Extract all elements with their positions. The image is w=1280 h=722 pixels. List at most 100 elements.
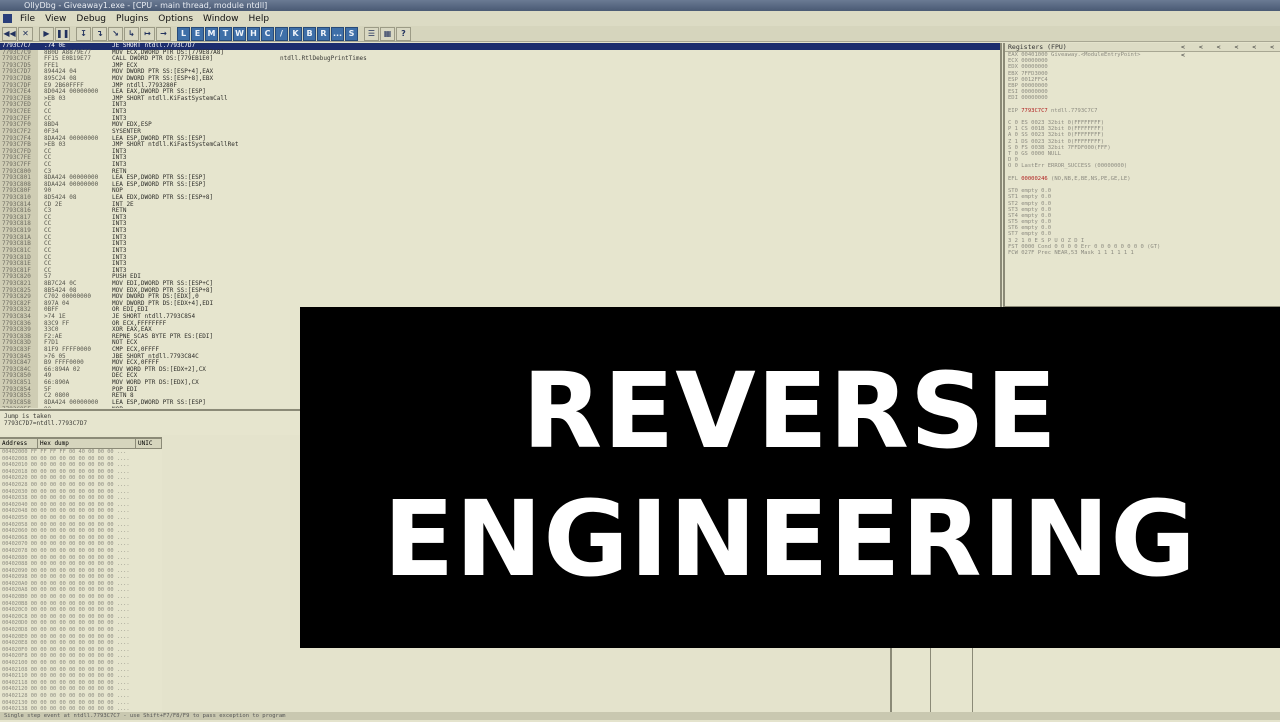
dump-row[interactable]: 00402000 FF FF FF FF 00 40 00 00 00 ... [0, 449, 162, 456]
source-button[interactable]: S [345, 26, 358, 41]
menu-options[interactable]: Options [153, 14, 198, 24]
dump-row[interactable]: 00402088 00 00 00 00 00 00 00 00 00 .... [0, 561, 162, 568]
dump-row[interactable]: 004020F8 00 00 00 00 00 00 00 00 00 .... [0, 653, 162, 660]
dump-col-unicode[interactable]: UNIC [136, 439, 162, 448]
disasm-row[interactable]: 7793C81D CC INT3 [0, 254, 1000, 262]
step-into-icon[interactable]: ↧ [76, 26, 91, 41]
list-icon[interactable]: ☰ [364, 26, 379, 41]
dump-row[interactable]: 00402110 00 00 00 00 00 00 00 00 00 .... [0, 673, 162, 680]
dump-row[interactable]: 004020B8 00 00 00 00 00 00 00 00 00 .... [0, 601, 162, 608]
cpu-button[interactable]: C [261, 26, 274, 41]
dump-row[interactable]: 004020C8 00 00 00 00 00 00 00 00 00 .... [0, 614, 162, 621]
dump-row[interactable]: 00402058 00 00 00 00 00 00 00 00 00 .... [0, 522, 162, 529]
disasm-row[interactable]: 7793C81F CC INT3 [0, 267, 1000, 275]
dump-row[interactable]: 00402118 00 00 00 00 00 00 00 00 00 .... [0, 680, 162, 687]
stack-pane[interactable] [890, 648, 1280, 720]
dump-row[interactable]: 00402130 00 00 00 00 00 00 00 00 00 .... [0, 700, 162, 707]
disasm-row[interactable]: 7793C81B CC INT3 [0, 241, 1000, 248]
menu-file[interactable]: File [15, 14, 40, 24]
disasm-row[interactable]: 7793C7ED CC INT3 [0, 102, 1000, 109]
dump-row[interactable]: 004020D0 00 00 00 00 00 00 00 00 00 .... [0, 620, 162, 627]
disasm-row[interactable]: 7793C7CF FF15 E0B19E77 CALL DWORD PTR DS:[… [0, 56, 1000, 63]
dump-row[interactable]: 004020A8 00 00 00 00 00 00 00 00 00 .... [0, 587, 162, 594]
disasm-row[interactable]: 7793C7FE CC INT3 [0, 155, 1000, 162]
step-over-icon[interactable]: ↴ [92, 26, 107, 41]
dump-row[interactable]: 00402068 00 00 00 00 00 00 00 00 00 .... [0, 535, 162, 542]
log-window-button[interactable]: L [177, 26, 190, 41]
dump-row[interactable]: 00402100 00 00 00 00 00 00 00 00 00 .... [0, 660, 162, 667]
dump-row[interactable]: 00402048 00 00 00 00 00 00 00 00 00 .... [0, 508, 162, 515]
handles-button[interactable]: H [247, 26, 260, 41]
app-icon[interactable] [3, 14, 12, 23]
menu-debug[interactable]: Debug [71, 14, 111, 24]
execute-till-return-icon[interactable]: ↦ [140, 26, 155, 41]
dump-row[interactable]: 004020E8 00 00 00 00 00 00 00 00 00 .... [0, 640, 162, 647]
dump-row[interactable]: 004020D8 00 00 00 00 00 00 00 00 00 .... [0, 627, 162, 634]
run-trace-button[interactable]: ... [331, 26, 344, 41]
registers-header[interactable]: Registers (FPU) < < < < < < < [1005, 43, 1280, 59]
trace-into-icon[interactable]: ↘ [108, 26, 123, 41]
help-icon[interactable]: ? [396, 26, 411, 41]
disasm-row[interactable]: 7793C808 8DA424 00000000 LEA ESP,DWORD PTR… [0, 181, 1000, 189]
dump-row[interactable]: 004020A0 00 00 00 00 00 00 00 00 00 .... [0, 581, 162, 588]
menu-plugins[interactable]: Plugins [111, 14, 153, 24]
references-button[interactable]: R [317, 26, 330, 41]
grid-icon[interactable]: ▦ [380, 26, 395, 41]
disasm-row[interactable]: 7793C7EE CC INT3 [0, 108, 1000, 116]
dump-col-hex[interactable]: Hex dump [38, 439, 136, 448]
dump-row[interactable]: 004020F0 00 00 00 00 00 00 00 00 00 .... [0, 647, 162, 654]
disasm-row[interactable]: 7793C814 CD 2E INT 2E [0, 201, 1000, 209]
disasm-row[interactable]: 7793C7EB >EB 03 JMP SHORT ntdll.KiFastSyst… [0, 95, 1000, 103]
disasm-row[interactable]: 7793C7FD CC INT3 [0, 148, 1000, 156]
disasm-row[interactable]: 7793C7FB >EB 03 JMP SHORT ntdll.KiFastSyst… [0, 142, 1000, 149]
disasm-row[interactable]: 7793C81E CC INT3 [0, 260, 1000, 268]
dump-row[interactable]: 00402080 00 00 00 00 00 00 00 00 00 .... [0, 555, 162, 562]
executables-button[interactable]: E [191, 26, 204, 41]
dump-row[interactable]: 00402010 00 00 00 00 00 00 00 00 00 .... [0, 462, 162, 469]
threads-button[interactable]: T [219, 26, 232, 41]
disasm-row[interactable]: 7793C81C CC INT3 [0, 247, 1000, 255]
dump-row[interactable]: 00402070 00 00 00 00 00 00 00 00 00 .... [0, 541, 162, 548]
windows-button[interactable]: W [233, 26, 246, 41]
dump-row[interactable]: 00402108 00 00 00 00 00 00 00 00 00 .... [0, 667, 162, 674]
dump-row[interactable]: 00402020 00 00 00 00 00 00 00 00 00 .... [0, 475, 162, 482]
disasm-row[interactable]: 7793C818 CC INT3 [0, 221, 1000, 228]
dump-row[interactable]: 00402040 00 00 00 00 00 00 00 00 00 .... [0, 502, 162, 509]
registers-pane[interactable]: Registers (FPU) < < < < < < < EAX 004010… [1003, 43, 1280, 308]
dump-row[interactable]: 00402028 00 00 00 00 00 00 00 00 00 .... [0, 482, 162, 489]
dump-row[interactable]: 00402018 00 00 00 00 00 00 00 00 00 .... [0, 469, 162, 476]
trace-over-icon[interactable]: ↳ [124, 26, 139, 41]
register-line[interactable]: FCW 027F Prec NEAR,53 Mask 1 1 1 1 1 1 [1005, 250, 1280, 256]
close-icon[interactable]: ✕ [18, 26, 33, 41]
dump-row[interactable]: 00402060 00 00 00 00 00 00 00 00 00 .... [0, 528, 162, 535]
dump-row[interactable]: 00402030 00 00 00 00 00 00 00 00 00 .... [0, 489, 162, 496]
dump-row[interactable]: 004020E0 00 00 00 00 00 00 00 00 00 .... [0, 634, 162, 641]
menu-window[interactable]: Window [198, 14, 244, 24]
goto-icon[interactable]: → [156, 26, 171, 41]
patches-button[interactable]: / [275, 26, 288, 41]
dump-row[interactable]: 00402078 00 00 00 00 00 00 00 00 00 .... [0, 548, 162, 555]
breakpoints-button[interactable]: B [303, 26, 316, 41]
disasm-row[interactable]: 7793C7F0 8BD4 MOV EDX,ESP [0, 122, 1000, 129]
call-stack-button[interactable]: K [289, 26, 302, 41]
dump-col-address[interactable]: Address [0, 439, 38, 448]
disasm-row[interactable]: 7793C816 C3 RETN [0, 208, 1000, 215]
disasm-row[interactable]: 7793C819 CC INT3 [0, 227, 1000, 235]
dump-row[interactable]: 00402098 00 00 00 00 00 00 00 00 00 .... [0, 574, 162, 581]
menu-help[interactable]: Help [244, 14, 275, 24]
dump-row[interactable]: 00402038 00 00 00 00 00 00 00 00 00 .... [0, 495, 162, 502]
pause-icon[interactable]: ❚❚ [55, 26, 70, 41]
disasm-row[interactable]: 7793C81A CC INT3 [0, 234, 1000, 242]
registers-scroll-arrows[interactable]: < < < < < < < [1181, 43, 1280, 59]
dump-row[interactable]: 00402120 00 00 00 00 00 00 00 00 00 .... [0, 686, 162, 693]
dump-row[interactable]: 00402008 00 00 00 00 00 00 00 00 00 .... [0, 456, 162, 463]
dump-row[interactable]: 004020B0 00 00 00 00 00 00 00 00 00 .... [0, 594, 162, 601]
restart-icon[interactable]: ◀◀ [2, 26, 17, 41]
dump-row[interactable]: 00402128 00 00 00 00 00 00 00 00 00 .... [0, 693, 162, 700]
disasm-row[interactable]: 7793C810 8D5424 08 LEA EDX,DWORD PTR SS:[E… [0, 194, 1000, 202]
disasm-row[interactable]: 7793C817 CC INT3 [0, 214, 1000, 222]
menu-view[interactable]: View [40, 14, 71, 24]
dump-row[interactable]: 00402090 00 00 00 00 00 00 00 00 00 .... [0, 568, 162, 575]
dump-row[interactable]: 00402050 00 00 00 00 00 00 00 00 00 .... [0, 515, 162, 522]
hex-dump-pane[interactable]: Address Hex dump UNIC 00402000 FF FF FF … [0, 437, 162, 722]
